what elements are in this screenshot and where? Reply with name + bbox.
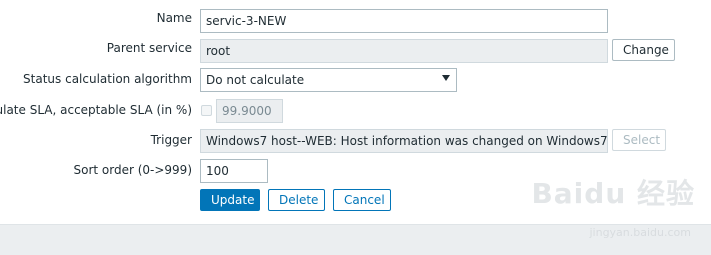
- sla-label: Calculate SLA, acceptable SLA (in %): [0, 103, 192, 117]
- delete-button[interactable]: Delete: [268, 189, 325, 211]
- name-input[interactable]: servic-3-NEW: [200, 9, 608, 33]
- sort-order-label: Sort order (0->999): [73, 163, 192, 177]
- change-button[interactable]: Change: [612, 39, 675, 61]
- update-button[interactable]: Update: [200, 189, 260, 211]
- sla-checkbox[interactable]: [201, 105, 212, 116]
- cancel-button[interactable]: Cancel: [333, 189, 391, 211]
- sort-order-input[interactable]: 100: [200, 159, 268, 183]
- sla-input: 99.9000: [216, 99, 283, 123]
- status-algorithm-label: Status calculation algorithm: [23, 72, 192, 86]
- status-algorithm-value: Do not calculate: [206, 73, 305, 87]
- dropdown-arrow-icon: [442, 75, 450, 81]
- watermark-logo: Baidu 经验: [531, 177, 695, 210]
- watermark-url: jingyan.baidu.com: [589, 226, 691, 239]
- name-label: Name: [156, 11, 192, 25]
- status-algorithm-select[interactable]: Do not calculate: [200, 68, 457, 92]
- parent-service-label: Parent service: [106, 41, 192, 55]
- trigger-label: Trigger: [150, 133, 192, 147]
- parent-service-field: root: [200, 39, 608, 63]
- select-trigger-button: Select: [612, 129, 666, 151]
- service-form: Name servic-3-NEW Parent service root Ch…: [0, 0, 711, 224]
- trigger-field: Windows7 host--WEB: Host information was…: [200, 129, 608, 153]
